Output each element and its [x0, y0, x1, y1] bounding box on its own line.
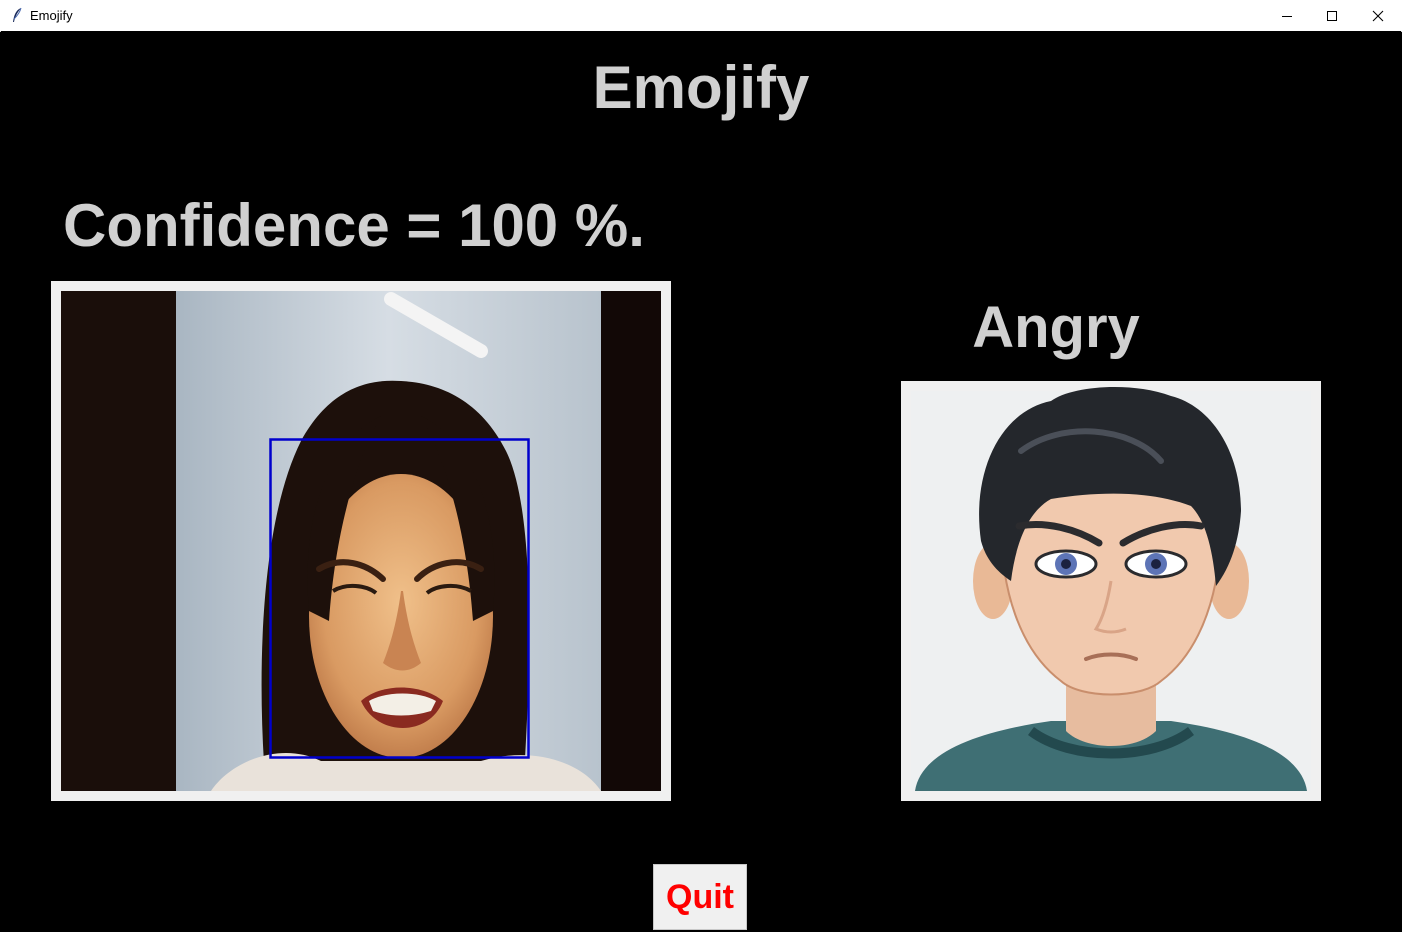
app-heading: Emojify — [592, 54, 810, 121]
feather-icon — [13, 7, 22, 22]
minimize-icon — [1282, 15, 1292, 17]
angry-avatar-image — [911, 386, 1311, 791]
webcam-image — [61, 291, 661, 791]
maximize-button[interactable] — [1309, 0, 1355, 31]
title-bar[interactable]: Emojify — [0, 0, 1402, 32]
emoji-avatar-frame — [901, 381, 1321, 801]
minimize-button[interactable] — [1264, 0, 1310, 31]
quit-button[interactable]: Quit — [653, 864, 747, 930]
emotion-label: Angry — [972, 295, 1140, 360]
app-content: Emojify Confidence = 100 %. Angry Quit — [1, 31, 1401, 931]
app-window: Emojify Emojify Confidence = 100 %. Angr… — [0, 0, 1402, 932]
close-button[interactable] — [1355, 0, 1401, 31]
close-icon — [1372, 10, 1384, 21]
maximize-icon — [1327, 10, 1337, 21]
window-title: Emojify — [30, 8, 73, 23]
confidence-label: Confidence = 100 %. — [63, 192, 645, 259]
